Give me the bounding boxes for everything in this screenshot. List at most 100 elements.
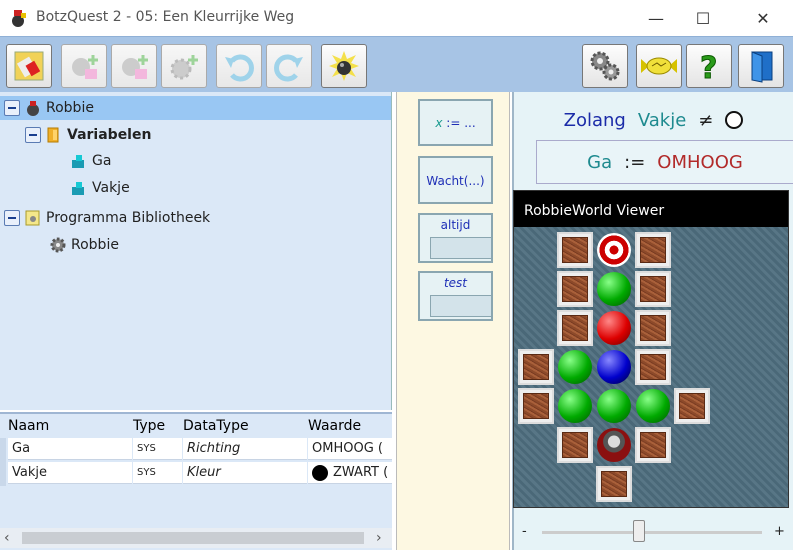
- cell-waarde[interactable]: OMHOOG (: [308, 438, 392, 460]
- scroll-left-arrow[interactable]: ‹: [4, 530, 10, 546]
- crate-tile: [635, 349, 671, 385]
- collapse-icon[interactable]: [25, 127, 41, 143]
- white-color-icon: [725, 111, 744, 129]
- red-tile: [596, 310, 632, 346]
- redo-button[interactable]: [266, 44, 312, 88]
- minimize-button[interactable]: —: [633, 0, 679, 36]
- assign-operator: :=: [624, 151, 646, 173]
- column-header-datatype[interactable]: DataType: [183, 418, 249, 438]
- green-tile: [635, 388, 671, 424]
- tree-node-variables[interactable]: Variabelen: [25, 123, 151, 147]
- exit-button[interactable]: [738, 44, 784, 88]
- cell-type: SYS: [133, 438, 182, 460]
- add-robot-button[interactable]: [61, 44, 107, 88]
- palette-test-block[interactable]: test: [418, 271, 493, 321]
- collapse-icon[interactable]: [4, 210, 20, 226]
- tree-label-vakje: Vakje: [92, 180, 130, 196]
- maximize-button[interactable]: ☐: [680, 0, 726, 36]
- add-gear-icon: [122, 55, 148, 79]
- assign-rest-label: := ...: [442, 116, 476, 130]
- green-ball-icon: [597, 389, 631, 423]
- column-header-waarde[interactable]: Waarde: [308, 418, 361, 438]
- add-variable-button[interactable]: [111, 44, 157, 88]
- cell-waarde-text: ZWART (: [333, 465, 389, 480]
- collapse-icon[interactable]: [4, 100, 20, 116]
- slider-track[interactable]: [542, 531, 762, 534]
- tree-node-var-vakje[interactable]: Vakje: [66, 176, 130, 200]
- score-button[interactable]: [636, 44, 682, 88]
- palette-always-block[interactable]: altijd: [418, 213, 493, 263]
- undo-icon: [225, 54, 254, 82]
- slider-thumb[interactable]: [632, 520, 645, 542]
- green-ball-icon: [558, 389, 592, 423]
- blue-tile: [596, 349, 632, 385]
- robot-tile: [596, 427, 632, 463]
- cell-waarde[interactable]: ZWART (: [308, 462, 392, 484]
- run-button[interactable]: [321, 44, 367, 88]
- tree-label-lib-robbie: Robbie: [71, 237, 119, 253]
- blue-ball-icon: [597, 350, 631, 384]
- while-variable: Vakje: [637, 109, 687, 131]
- crate-tile: [557, 427, 593, 463]
- assign-variable: Ga: [587, 151, 613, 173]
- column-header-type[interactable]: Type: [133, 418, 165, 438]
- help-icon: ?: [700, 51, 718, 84]
- slider-plus[interactable]: +: [774, 524, 785, 539]
- tree-node-lib-robbie[interactable]: Robbie: [45, 233, 119, 257]
- undo-button[interactable]: [216, 44, 262, 88]
- scroll-thumb[interactable]: [22, 532, 364, 544]
- save-button[interactable]: [6, 44, 52, 88]
- column-header-naam[interactable]: Naam: [8, 418, 49, 438]
- crate-tile: [635, 310, 671, 346]
- cell-naam[interactable]: Vakje: [8, 462, 132, 484]
- crate-tile: [596, 466, 632, 502]
- robot-explosion-icon: [329, 51, 359, 81]
- title-bar: BotzQuest 2 - 05: Een Kleurrijke Weg — ☐…: [0, 0, 793, 36]
- tree-node-var-ga[interactable]: Ga: [66, 149, 111, 173]
- crate-tile: [635, 271, 671, 307]
- scroll-right-arrow[interactable]: ›: [376, 530, 382, 546]
- green-ball-icon: [558, 350, 592, 384]
- crate-tile: [518, 388, 554, 424]
- while-statement[interactable]: Zolang Vakje ≠: [514, 100, 793, 140]
- robot-icon: [597, 428, 631, 462]
- horizontal-scrollbar[interactable]: ‹ ›: [0, 528, 392, 548]
- game-board: [514, 227, 788, 507]
- tree-label-library: Programma Bibliotheek: [46, 210, 211, 226]
- row-header: [0, 438, 6, 486]
- add-function-button[interactable]: [161, 44, 207, 88]
- tree-node-library[interactable]: Programma Bibliotheek: [4, 206, 210, 230]
- robbieworld-viewer: RobbieWorld Viewer: [513, 190, 789, 508]
- tree-label-ga: Ga: [92, 153, 112, 169]
- palette-assign-block[interactable]: x := ...: [418, 99, 493, 146]
- tree-node-robot[interactable]: Robbie: [4, 96, 94, 120]
- cell-naam[interactable]: Ga: [8, 438, 132, 460]
- green-ball-icon: [636, 389, 670, 423]
- save-icon: [14, 51, 44, 81]
- statement-palette: x := ... Wacht(...) altijd test: [396, 92, 510, 550]
- red-ball-icon: [597, 311, 631, 345]
- green-tile: [557, 349, 593, 385]
- crate-tile: [635, 232, 671, 268]
- settings-button[interactable]: [582, 44, 628, 88]
- tree-label-robot: Robbie: [46, 100, 94, 116]
- cell-datatype: Richting: [183, 438, 307, 460]
- variable-icon: [72, 182, 84, 195]
- add-gear-icon: [170, 55, 198, 80]
- neq-symbol: ≠: [698, 109, 714, 131]
- cell-datatype: Kleur: [183, 462, 307, 484]
- while-keyword: Zolang: [563, 109, 626, 131]
- color-swatch-icon: [312, 464, 328, 481]
- crate-tile: [635, 427, 671, 463]
- assign-value: OMHOOG: [657, 151, 743, 173]
- green-ball-icon: [597, 272, 631, 306]
- help-button[interactable]: ?: [686, 44, 732, 88]
- close-button[interactable]: ✕: [740, 0, 786, 36]
- app-icon: [12, 10, 26, 27]
- assign-statement[interactable]: Ga := OMHOOG: [536, 140, 793, 184]
- slider-minus[interactable]: -: [522, 524, 527, 539]
- wait-label: Wacht(...): [426, 174, 485, 188]
- palette-wait-block[interactable]: Wacht(...): [418, 156, 493, 204]
- test-slot: [430, 295, 492, 317]
- folder-icon: [47, 127, 59, 143]
